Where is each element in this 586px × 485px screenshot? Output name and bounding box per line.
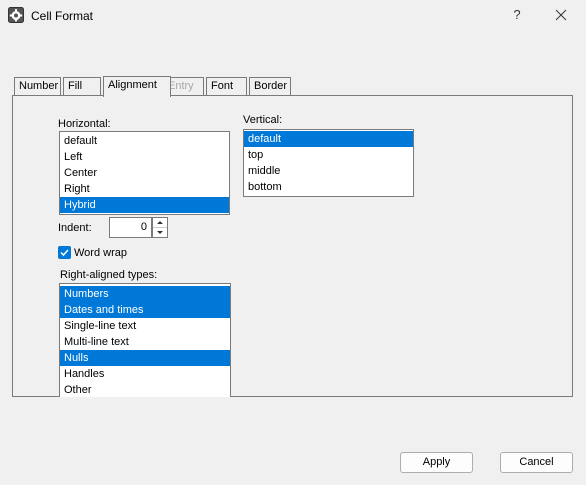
gear-icon (8, 7, 24, 23)
close-icon (555, 9, 567, 21)
list-item[interactable]: Right (60, 181, 229, 197)
list-item[interactable]: middle (244, 163, 413, 179)
spin-up-button[interactable] (153, 218, 167, 228)
word-wrap-checkbox[interactable] (58, 246, 71, 259)
close-button[interactable] (546, 3, 576, 27)
help-button[interactable]: ? (502, 3, 532, 27)
right-aligned-listbox[interactable]: Numbers Dates and times Single-line text… (59, 283, 231, 397)
list-item[interactable]: Other (60, 382, 230, 397)
list-item[interactable]: Left (60, 149, 229, 165)
tab-font[interactable]: Font (206, 77, 247, 95)
list-item[interactable]: default (60, 133, 229, 149)
list-item[interactable]: Center (60, 165, 229, 181)
list-item[interactable]: Single-line text (60, 318, 230, 334)
checkmark-icon (60, 249, 69, 257)
list-item[interactable]: Handles (60, 366, 230, 382)
list-item-selected[interactable]: Numbers (60, 286, 230, 302)
word-wrap-label[interactable]: Word wrap (74, 247, 127, 259)
vertical-label: Vertical: (243, 114, 283, 126)
tab-border[interactable]: Border (249, 77, 291, 95)
list-item[interactable]: bottom (244, 179, 413, 195)
indent-label: Indent: (58, 222, 92, 234)
tab-fill[interactable]: Fill (63, 77, 101, 95)
apply-button[interactable]: Apply (400, 452, 473, 473)
list-item-selected[interactable]: Hybrid (60, 197, 229, 213)
window-title: Cell Format (31, 9, 94, 23)
cancel-button[interactable]: Cancel (500, 452, 573, 473)
list-item[interactable]: Multi-line text (60, 334, 230, 350)
indent-spinner (152, 217, 168, 238)
horizontal-listbox[interactable]: default Left Center Right Hybrid (59, 131, 230, 215)
list-item-selected[interactable]: Nulls (60, 350, 230, 366)
horizontal-label: Horizontal: (58, 118, 111, 130)
list-item-selected[interactable]: default (244, 131, 413, 147)
tab-alignment[interactable]: Alignment (103, 76, 171, 97)
chevron-down-icon (157, 231, 163, 234)
indent-input[interactable]: 0 (109, 217, 152, 238)
spin-down-button[interactable] (153, 228, 167, 237)
list-item-selected[interactable]: Dates and times (60, 302, 230, 318)
chevron-up-icon (157, 221, 163, 224)
tab-number[interactable]: Number (14, 77, 61, 95)
title-bar: Cell Format ? (0, 0, 586, 32)
right-aligned-label: Right-aligned types: (60, 269, 158, 281)
vertical-listbox[interactable]: default top middle bottom (243, 129, 414, 197)
list-item[interactable]: top (244, 147, 413, 163)
